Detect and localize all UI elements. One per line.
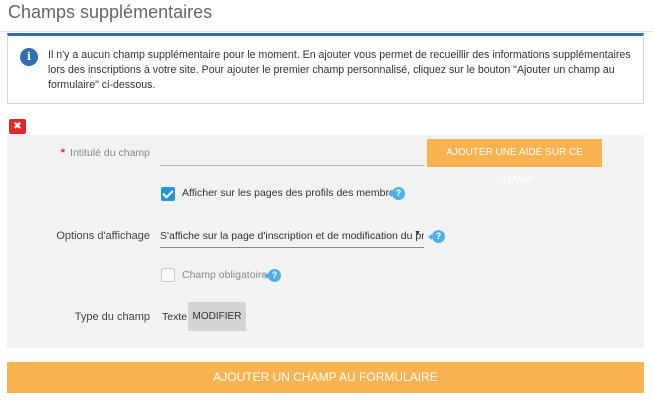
show-on-profiles-label: Afficher sur les pages des profils des m… [182,187,401,199]
help-question-icon[interactable]: ? [388,187,405,200]
title-divider [0,31,653,32]
help-question-icon[interactable]: ? [264,269,281,282]
mandatory-checkbox[interactable] [161,268,175,282]
mandatory-label: Champ obligatoire [182,269,268,281]
help-question-icon[interactable]: ? [428,230,445,243]
info-alert: i Il n'y a aucun champ supplémentaire po… [7,33,644,104]
add-field-button[interactable]: Ajouter un champ au formulaire [7,362,644,393]
info-icon: i [20,48,38,66]
field-title-label-text: Intitulé du champ [70,147,150,159]
info-message: Il n'y a aucun champ supplémentaire pour… [48,49,631,91]
field-title-input[interactable] [160,143,424,166]
show-on-profiles-checkbox[interactable] [161,187,175,201]
field-type-value: Texte [162,311,188,323]
field-title-label: * Intitulé du champ [60,147,150,159]
display-options-label: Options d'affichage [56,230,150,242]
required-star: * [60,147,66,159]
display-options-select[interactable]: S'affiche sur la page d'inscription et d… [160,228,424,248]
remove-field-button[interactable]: ✖ [9,119,26,134]
add-help-button[interactable]: Ajouter une aide sur ce champ [427,139,602,186]
field-type-label: Type du champ [74,311,150,323]
modify-type-button[interactable]: Modifier [188,302,246,331]
close-icon: ✖ [13,121,22,132]
chevron-down-icon: ▼ [414,230,421,237]
page-title: Champs supplémentaires [8,2,213,22]
